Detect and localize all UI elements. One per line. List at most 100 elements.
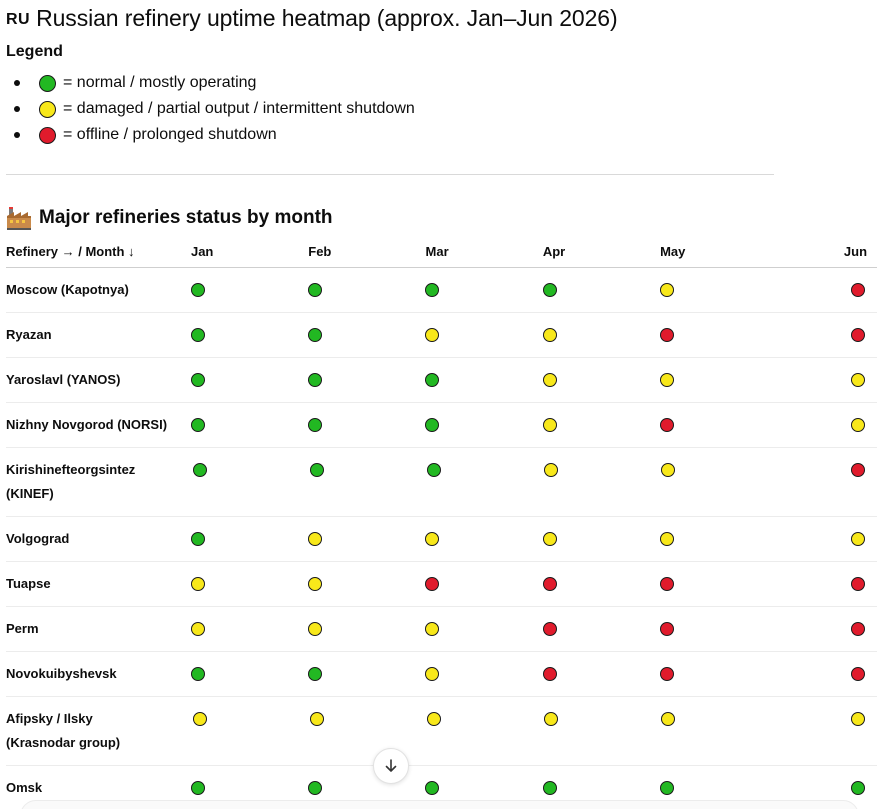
status-cell bbox=[658, 562, 775, 599]
yellow-circle-icon bbox=[425, 328, 440, 342]
yellow-circle-icon bbox=[308, 622, 323, 636]
month-header-mar: Mar bbox=[425, 244, 449, 259]
green-circle-icon bbox=[308, 373, 323, 387]
yellow-circle-icon bbox=[660, 463, 675, 477]
month-header-feb: Feb bbox=[308, 244, 332, 259]
scroll-to-bottom-button[interactable] bbox=[373, 748, 409, 784]
status-cell bbox=[306, 268, 423, 305]
arrow-down-icon bbox=[385, 759, 397, 772]
yellow-circle-icon bbox=[660, 712, 675, 726]
status-cell bbox=[423, 517, 540, 554]
status-cell bbox=[658, 607, 775, 644]
yellow-circle-icon bbox=[851, 373, 865, 387]
status-cell bbox=[189, 517, 306, 554]
bullet-icon bbox=[14, 80, 20, 86]
status-cell bbox=[775, 766, 877, 803]
green-circle-icon bbox=[542, 283, 557, 297]
green-circle-icon bbox=[425, 373, 440, 387]
status-cell bbox=[541, 313, 658, 350]
status-cell bbox=[423, 607, 540, 644]
status-cell bbox=[423, 358, 540, 395]
status-cell bbox=[189, 607, 306, 644]
red-circle-icon bbox=[659, 328, 674, 342]
status-cell bbox=[775, 562, 877, 599]
green-circle-icon bbox=[542, 781, 557, 795]
red-circle-icon bbox=[851, 463, 866, 477]
status-cell bbox=[306, 562, 423, 599]
legend-item-yellow: = damaged / partial output / intermitten… bbox=[6, 96, 415, 122]
legend-item-label: = normal / mostly operating bbox=[63, 74, 257, 91]
status-cell bbox=[191, 448, 308, 485]
yellow-circle-icon bbox=[659, 283, 674, 297]
refinery-name: Afipsky / Ilsky (Krasnodar group) bbox=[6, 711, 121, 750]
table-row: Moscow (Kapotnya) bbox=[6, 268, 877, 313]
red-circle-icon bbox=[542, 622, 557, 636]
red-circle-icon bbox=[851, 667, 865, 681]
green-circle-icon bbox=[190, 781, 205, 795]
status-cell bbox=[541, 403, 658, 440]
status-cell bbox=[775, 517, 877, 554]
refinery-name: Omsk bbox=[6, 780, 43, 795]
status-cell bbox=[189, 562, 306, 599]
red-circle-icon bbox=[425, 577, 440, 591]
red-circle-icon bbox=[851, 577, 865, 591]
status-cell bbox=[658, 517, 775, 554]
factory-icon bbox=[7, 207, 31, 230]
yellow-circle-icon bbox=[543, 463, 558, 477]
green-circle-icon bbox=[192, 463, 207, 477]
month-header-apr: Apr bbox=[542, 244, 566, 259]
status-cell bbox=[775, 607, 877, 644]
status-cell bbox=[775, 652, 877, 689]
table-row: Afipsky / Ilsky (Krasnodar group) bbox=[6, 697, 877, 766]
yellow-circle-icon bbox=[192, 712, 207, 726]
red-circle-icon bbox=[659, 577, 674, 591]
status-cell bbox=[541, 358, 658, 395]
status-cell bbox=[306, 313, 423, 350]
green-circle-icon bbox=[426, 463, 441, 477]
table-row: Volgograd bbox=[6, 517, 877, 562]
status-cell bbox=[542, 448, 659, 485]
message-composer[interactable] bbox=[20, 800, 859, 809]
green-circle-icon bbox=[190, 532, 205, 546]
yellow-circle-icon bbox=[659, 373, 674, 387]
status-cell bbox=[775, 403, 877, 440]
green-circle-icon bbox=[308, 781, 323, 795]
red-circle-icon bbox=[851, 283, 865, 297]
status-cell bbox=[306, 358, 423, 395]
status-cell bbox=[659, 448, 776, 485]
status-cell bbox=[658, 268, 775, 305]
yellow-circle-icon bbox=[543, 712, 558, 726]
yellow-circle-icon bbox=[542, 373, 557, 387]
refinery-name: Perm bbox=[6, 621, 39, 636]
green-circle-icon bbox=[308, 328, 323, 342]
status-cell bbox=[658, 652, 775, 689]
status-cell bbox=[775, 313, 877, 350]
status-cell bbox=[541, 517, 658, 554]
status-cell bbox=[775, 448, 877, 485]
refinery-name: Novokuibyshevsk bbox=[6, 666, 117, 681]
green-circle-icon bbox=[308, 283, 323, 297]
refinery-status-table: Refinery → / Month ↓ Jan Feb Mar Apr May Jun Mo… bbox=[6, 237, 877, 809]
yellow-circle-icon bbox=[851, 712, 866, 726]
status-cell bbox=[191, 697, 308, 734]
green-circle-icon bbox=[659, 781, 674, 795]
yellow-circle-icon bbox=[426, 712, 441, 726]
legend-list: = normal / mostly operating = damaged / p… bbox=[6, 70, 415, 148]
refinery-name: Tuapse bbox=[6, 576, 51, 591]
table-row: Yaroslavl (YANOS) bbox=[6, 358, 877, 403]
legend-item-label: = damaged / partial output / intermitten… bbox=[63, 100, 415, 117]
yellow-circle-icon bbox=[309, 712, 324, 726]
chat-message-page: RU Russian refinery uptime heatmap (appro… bbox=[0, 0, 877, 809]
flag-label: RU bbox=[6, 11, 31, 28]
status-cell bbox=[659, 697, 776, 734]
status-cell bbox=[189, 268, 306, 305]
status-cell bbox=[541, 652, 658, 689]
status-cell bbox=[306, 652, 423, 689]
status-cell bbox=[306, 517, 423, 554]
table-row: Nizhny Novgorod (NORSI) bbox=[6, 403, 877, 448]
yellow-circle-icon bbox=[425, 622, 440, 636]
status-cell bbox=[306, 607, 423, 644]
status-cell bbox=[541, 607, 658, 644]
status-cell bbox=[541, 562, 658, 599]
status-cell bbox=[189, 403, 306, 440]
